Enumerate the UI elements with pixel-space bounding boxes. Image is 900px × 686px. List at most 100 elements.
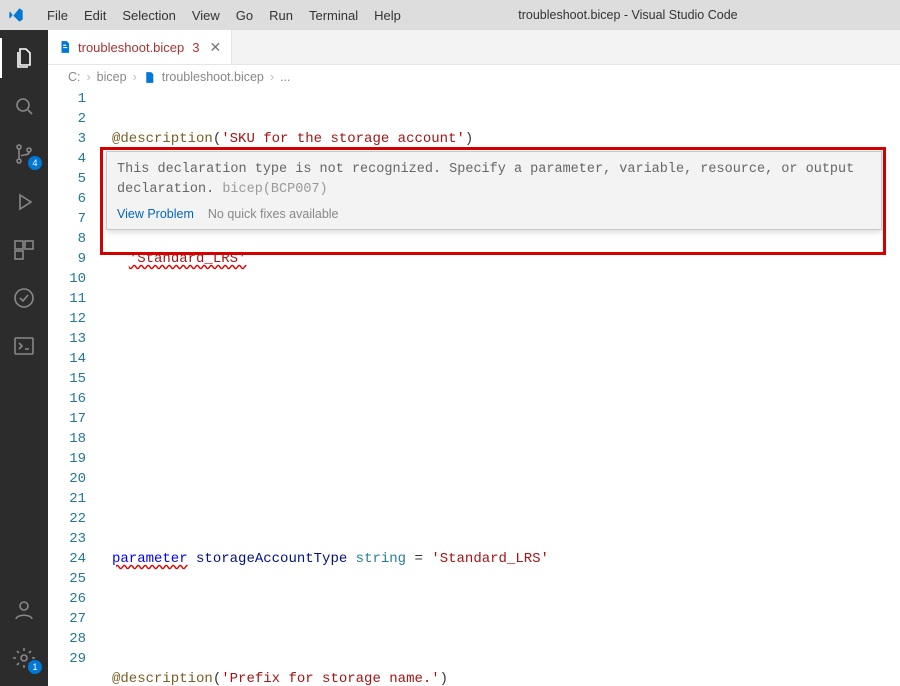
type: string xyxy=(356,551,406,567)
problem-hover-popup: This declaration type is not recognized.… xyxy=(106,151,882,230)
menu-run[interactable]: Run xyxy=(262,4,300,27)
vscode-logo-icon xyxy=(8,7,24,23)
settings-badge: 1 xyxy=(28,660,42,674)
editor-tabs: troubleshoot.bicep 3 ✕ xyxy=(48,30,900,65)
line-number: 7 xyxy=(48,209,86,229)
activity-bottom: 1 xyxy=(0,590,48,678)
bicep-file-icon xyxy=(58,40,72,54)
tab-filename: troubleshoot.bicep xyxy=(78,40,184,55)
tab-troubleshoot-bicep[interactable]: troubleshoot.bicep 3 ✕ xyxy=(48,30,232,64)
activity-source-control[interactable]: 4 xyxy=(0,134,48,174)
activity-settings[interactable]: 1 xyxy=(0,638,48,678)
punct: ) xyxy=(440,671,448,686)
app-root: File Edit Selection View Go Run Terminal… xyxy=(0,0,900,686)
line-number: 18 xyxy=(48,429,86,449)
workbench-body: 4 xyxy=(0,30,900,686)
window-title: troubleshoot.bicep - Visual Studio Code xyxy=(364,8,892,22)
indent xyxy=(112,251,129,267)
line-number: 20 xyxy=(48,469,86,489)
punct: ( xyxy=(213,131,221,147)
popup-message: This declaration type is not recognized.… xyxy=(117,160,871,199)
string-error: 'Standard_LRS' xyxy=(129,251,247,267)
bicep-file-icon xyxy=(143,71,156,84)
line-number: 13 xyxy=(48,329,86,349)
editor-area: troubleshoot.bicep 3 ✕ C: › bicep › trou… xyxy=(48,30,900,686)
decorator: @description xyxy=(112,131,213,147)
breadcrumbs[interactable]: C: › bicep › troubleshoot.bicep › ... xyxy=(48,65,900,89)
popup-error-code: bicep(BCP007) xyxy=(222,182,327,197)
activity-extensions[interactable] xyxy=(0,230,48,270)
code-editor[interactable]: 1 2 3 4 5 6 7 8 9 10 11 12 13 14 15 16 1 xyxy=(48,89,900,686)
space xyxy=(188,551,196,567)
breadcrumb-seg[interactable]: C: xyxy=(68,70,81,84)
punct: ) xyxy=(465,131,473,147)
popup-actions: View Problem No quick fixes available xyxy=(117,205,871,223)
line-number: 25 xyxy=(48,569,86,589)
activity-accounts[interactable] xyxy=(0,590,48,630)
string: 'Prefix for storage name.' xyxy=(221,671,439,686)
popup-message-text: declaration. xyxy=(117,182,214,197)
menu-go[interactable]: Go xyxy=(229,4,260,27)
chevron-right-icon: › xyxy=(87,70,91,84)
activity-run-debug[interactable] xyxy=(0,182,48,222)
line-number: 8 xyxy=(48,229,86,249)
menu-file[interactable]: File xyxy=(40,4,75,27)
line-number: 23 xyxy=(48,529,86,549)
menu-terminal[interactable]: Terminal xyxy=(302,4,365,27)
keyword-error: parameter xyxy=(112,551,188,567)
activity-terminal-panel[interactable] xyxy=(0,326,48,366)
view-problem-link[interactable]: View Problem xyxy=(117,205,194,223)
line-number: 6 xyxy=(48,189,86,209)
line-number: 28 xyxy=(48,629,86,649)
chevron-right-icon: › xyxy=(270,70,274,84)
debug-icon xyxy=(12,190,36,214)
line-number-gutter: 1 2 3 4 5 6 7 8 9 10 11 12 13 14 15 16 1 xyxy=(48,89,104,669)
line-number: 4 xyxy=(48,149,86,169)
line-number: 21 xyxy=(48,489,86,509)
no-quick-fix-label: No quick fixes available xyxy=(208,205,339,223)
breadcrumb-seg[interactable]: ... xyxy=(280,70,290,84)
operator: = xyxy=(406,551,431,567)
menu-selection[interactable]: Selection xyxy=(115,4,182,27)
scm-badge: 4 xyxy=(28,156,42,170)
line-number: 26 xyxy=(48,589,86,609)
line-number: 16 xyxy=(48,389,86,409)
string: 'Standard_LRS' xyxy=(431,551,549,567)
string: 'SKU for the storage account' xyxy=(221,131,465,147)
line-number: 12 xyxy=(48,309,86,329)
tab-problems-count: 3 xyxy=(192,40,199,55)
line-number: 29 xyxy=(48,649,86,669)
terminal-icon xyxy=(12,334,36,358)
search-icon xyxy=(12,94,36,118)
activity-search[interactable] xyxy=(0,86,48,126)
menu-edit[interactable]: Edit xyxy=(77,4,113,27)
punct: ( xyxy=(213,671,221,686)
line-number: 11 xyxy=(48,289,86,309)
identifier: storageAccountType xyxy=(196,551,347,567)
line-number: 17 xyxy=(48,409,86,429)
space xyxy=(347,551,355,567)
title-bar: File Edit Selection View Go Run Terminal… xyxy=(0,0,900,30)
menu-view[interactable]: View xyxy=(185,4,227,27)
line-number: 2 xyxy=(48,109,86,129)
line-number: 9 xyxy=(48,249,86,269)
line-number: 27 xyxy=(48,609,86,629)
line-number: 14 xyxy=(48,349,86,369)
line-number: 3 xyxy=(48,129,86,149)
line-number: 22 xyxy=(48,509,86,529)
activity-explorer[interactable] xyxy=(0,38,48,78)
account-icon xyxy=(12,598,36,622)
breadcrumb-seg[interactable]: bicep xyxy=(97,70,127,84)
line-number: 10 xyxy=(48,269,86,289)
popup-message-text: This declaration type is not recognized.… xyxy=(117,162,854,177)
line-number: 1 xyxy=(48,89,86,109)
breadcrumb-seg[interactable]: troubleshoot.bicep xyxy=(162,70,264,84)
files-icon xyxy=(12,46,36,70)
beaker-check-icon xyxy=(12,286,36,310)
decorator: @description xyxy=(112,671,213,686)
menu-bar: File Edit Selection View Go Run Terminal… xyxy=(40,4,408,27)
activity-testing[interactable] xyxy=(0,278,48,318)
close-icon[interactable]: ✕ xyxy=(209,39,221,56)
line-number: 5 xyxy=(48,169,86,189)
line-number: 24 xyxy=(48,549,86,569)
